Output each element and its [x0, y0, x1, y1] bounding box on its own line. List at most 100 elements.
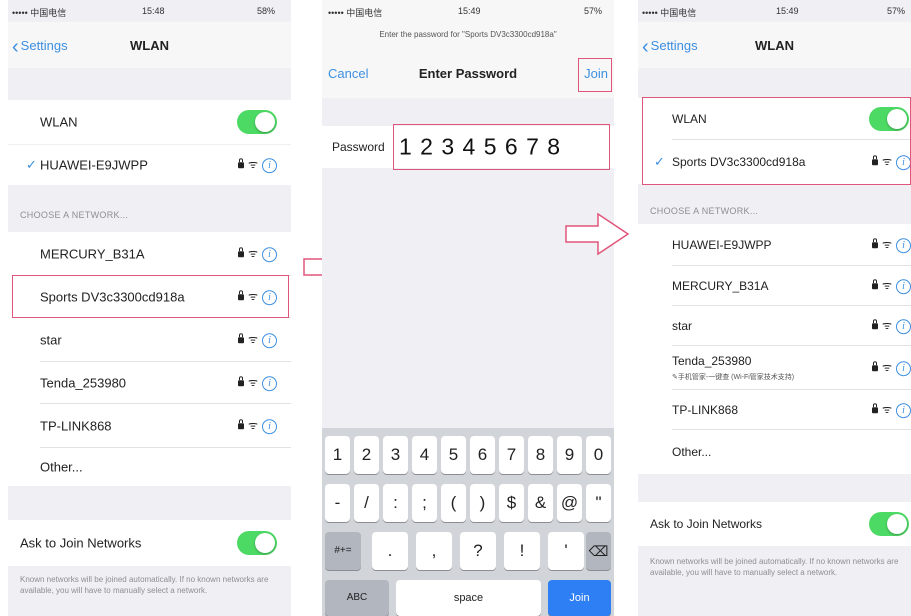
key[interactable]: )	[470, 484, 495, 522]
lock-icon	[237, 247, 244, 258]
network-row[interactable]: star ᯤi	[638, 306, 911, 346]
wifi-icon: ᯤ	[881, 239, 892, 252]
wlan-label: WLAN	[672, 112, 707, 126]
network-row[interactable]: Tenda_253980 ✎手机管家-一键查 (Wi-Fi管家技术支持) ᯤi	[638, 346, 911, 390]
info-icon[interactable]: i	[896, 237, 911, 253]
lock-icon	[237, 333, 244, 344]
key[interactable]: '	[548, 532, 584, 570]
network-row[interactable]: Tenda_253980 ᯤi	[8, 362, 291, 404]
info-icon[interactable]: i	[262, 332, 277, 348]
info-icon[interactable]: i	[262, 375, 277, 391]
info-icon[interactable]: i	[262, 418, 277, 434]
connected-network-name: HUAWEI-E9JWPP	[40, 157, 148, 173]
info-icon[interactable]: i	[896, 278, 911, 294]
keyboard: 1 2 3 4 5 6 7 8 9 0 - / : ; ( ) $ & @ " …	[322, 428, 614, 616]
info-icon[interactable]: i	[896, 360, 911, 376]
info-icon[interactable]: i	[262, 246, 277, 262]
key[interactable]: 9	[557, 436, 582, 474]
network-status-icons: ᯤi	[871, 402, 911, 418]
status-battery: 57%	[583, 6, 602, 16]
wifi-icon: ᯤ	[247, 291, 258, 304]
wifi-icon: ᯤ	[881, 156, 892, 169]
wlan-toggle[interactable]	[869, 107, 909, 131]
nav-bar: ‹ Settings WLAN	[8, 22, 291, 68]
key[interactable]: $	[499, 484, 524, 522]
key[interactable]: 8	[528, 436, 553, 474]
keyboard-join-key[interactable]: Join	[548, 580, 611, 616]
key[interactable]: 4	[412, 436, 437, 474]
network-row[interactable]: MERCURY_B31A ᯤi	[8, 232, 291, 276]
network-status-icons: ᯤi	[871, 360, 911, 376]
panel-wlan-connected: ••••• 中国电信 15:49 57% ‹ Settings WLAN WLAN…	[638, 0, 911, 616]
key[interactable]: 0	[586, 436, 611, 474]
lock-icon	[871, 403, 878, 414]
network-row[interactable]: HUAWEI-E9JWPP ᯤi	[638, 224, 911, 266]
key[interactable]: 7	[499, 436, 524, 474]
network-row[interactable]: TP-LINK868 ᯤi	[8, 404, 291, 448]
other-network-row[interactable]: Other...	[638, 430, 911, 474]
status-time: 15:49	[458, 6, 481, 16]
key[interactable]: 6	[470, 436, 495, 474]
status-time: 15:49	[776, 6, 799, 16]
key[interactable]: :	[383, 484, 408, 522]
key[interactable]: 1	[325, 436, 350, 474]
network-row[interactable]: Sports DV3c3300cd918a ᯤi	[8, 276, 291, 318]
network-row[interactable]: TP-LINK868 ᯤi	[638, 390, 911, 430]
checkmark-icon: ✓	[26, 157, 37, 172]
info-icon[interactable]: i	[262, 289, 277, 305]
ask-to-join-toggle[interactable]	[237, 531, 277, 555]
network-status-icons: ᯤi	[237, 289, 277, 305]
network-row[interactable]: star ᯤi	[8, 318, 291, 362]
key[interactable]: !	[504, 532, 540, 570]
key[interactable]: 5	[441, 436, 466, 474]
network-row[interactable]: MERCURY_B31A ᯤi	[638, 266, 911, 306]
info-icon[interactable]: i	[896, 402, 911, 418]
status-battery: 58%	[256, 6, 275, 16]
info-icon[interactable]: i	[896, 154, 911, 170]
password-input[interactable]: 1 2 3 4 5 6 7 8	[399, 134, 561, 161]
network-name: MERCURY_B31A	[672, 279, 769, 293]
key[interactable]: 2	[354, 436, 379, 474]
symbols-key[interactable]: #+=	[325, 532, 361, 570]
connected-network-row[interactable]: ✓ HUAWEI-E9JWPP ᯤi	[8, 145, 291, 185]
network-name: Sports DV3c3300cd918a	[40, 289, 185, 305]
other-network-row[interactable]: Other...	[8, 448, 291, 486]
join-button[interactable]: Join	[584, 66, 608, 81]
key[interactable]: "	[586, 484, 611, 522]
wifi-icon: ᯤ	[881, 320, 892, 333]
status-carrier: ••••• 中国电信	[642, 8, 697, 18]
connected-network-row[interactable]: ✓ Sports DV3c3300cd918a ᯤi	[638, 140, 911, 184]
key[interactable]: .	[372, 532, 408, 570]
other-label: Other...	[40, 459, 83, 475]
lock-icon	[871, 361, 878, 372]
status-bar: ••••• 中国电信 15:49 57%	[638, 0, 911, 22]
wifi-icon: ᯤ	[881, 362, 892, 375]
backspace-icon[interactable]: ⌫	[586, 532, 611, 570]
key[interactable]: -	[325, 484, 350, 522]
status-time: 15:48	[142, 6, 165, 16]
status-bar: ••••• 中国电信 15:48 58%	[8, 0, 291, 22]
checkmark-icon: ✓	[654, 154, 665, 169]
key[interactable]: (	[441, 484, 466, 522]
key[interactable]: ,	[416, 532, 452, 570]
info-icon[interactable]: i	[262, 157, 277, 173]
wifi-icon: ᯤ	[881, 280, 892, 293]
key[interactable]: &	[528, 484, 553, 522]
page-title: Enter Password	[418, 66, 518, 81]
network-status-icons: ᯤi	[871, 318, 911, 334]
key[interactable]: ;	[412, 484, 437, 522]
wlan-toggle[interactable]	[237, 110, 277, 134]
ask-to-join-toggle[interactable]	[869, 512, 909, 536]
ask-to-join-label: Ask to Join Networks	[650, 517, 763, 531]
key[interactable]: @	[557, 484, 582, 522]
key[interactable]: /	[354, 484, 379, 522]
page-title: WLAN	[755, 38, 794, 53]
key[interactable]: 3	[383, 436, 408, 474]
password-row: Password 1 2 3 4 5 6 7 8	[322, 126, 614, 168]
key[interactable]: ?	[460, 532, 496, 570]
section-header: CHOOSE A NETWORK...	[650, 206, 759, 216]
info-icon[interactable]: i	[896, 318, 911, 334]
abc-key[interactable]: ABC	[325, 580, 389, 616]
lock-icon	[237, 376, 244, 387]
space-key[interactable]: space	[396, 580, 541, 616]
